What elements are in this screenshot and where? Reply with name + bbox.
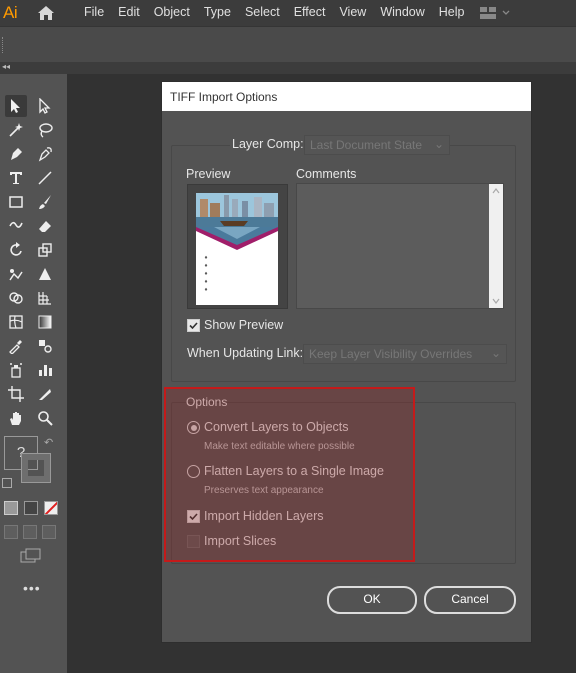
- gradient-tool-icon[interactable]: [34, 311, 56, 333]
- checkmark-icon: [189, 322, 198, 330]
- menu-view[interactable]: View: [339, 5, 366, 19]
- comments-label: Comments: [296, 167, 357, 181]
- comments-textarea[interactable]: [296, 183, 504, 309]
- preview-frame: ♦ ♦ ♦ ♦ ♦: [187, 184, 288, 309]
- layer-comp-value: Last Document State: [310, 138, 423, 152]
- selection-tool-icon[interactable]: [5, 95, 27, 117]
- layer-comp-select[interactable]: Last Document State ⌄: [304, 135, 450, 155]
- draw-mode-icons[interactable]: [4, 525, 56, 539]
- swap-fill-stroke-icon[interactable]: ↶: [44, 436, 53, 449]
- rectangle-tool-icon[interactable]: [5, 191, 27, 213]
- menu-help[interactable]: Help: [439, 5, 465, 19]
- lasso-tool-icon[interactable]: [34, 119, 56, 141]
- scale-tool-icon[interactable]: [34, 239, 56, 261]
- workspace-switcher-icon[interactable]: [480, 6, 510, 23]
- blend-tool-icon[interactable]: [34, 335, 56, 357]
- home-icon[interactable]: [36, 4, 56, 25]
- screen-mode-icon[interactable]: [20, 548, 42, 567]
- control-bar: [0, 26, 576, 63]
- show-preview-label: Show Preview: [204, 318, 284, 332]
- show-preview-checkbox[interactable]: [187, 319, 200, 332]
- gradient-mode-icon[interactable]: [24, 501, 38, 515]
- svg-text:♦: ♦: [204, 279, 208, 285]
- perspective-grid-tool-icon[interactable]: [34, 287, 56, 309]
- rotate-tool-icon[interactable]: [5, 239, 27, 261]
- svg-text:♦: ♦: [204, 255, 208, 261]
- mesh-tool-icon[interactable]: [5, 311, 27, 333]
- collapse-panel-icon[interactable]: ◂◂: [2, 62, 10, 71]
- zoom-tool-icon[interactable]: [34, 407, 56, 429]
- type-tool-icon[interactable]: [5, 167, 27, 189]
- direct-selection-tool-icon[interactable]: [34, 95, 56, 117]
- comments-scrollbar[interactable]: [489, 184, 503, 308]
- slice-tool-icon[interactable]: [34, 383, 56, 405]
- eraser-tool-icon[interactable]: [34, 215, 56, 237]
- line-tool-icon[interactable]: [34, 167, 56, 189]
- menu-effect[interactable]: Effect: [294, 5, 326, 19]
- eyedropper-tool-icon[interactable]: [5, 335, 27, 357]
- paintbrush-tool-icon[interactable]: [34, 191, 56, 213]
- hand-tool-icon[interactable]: [5, 407, 27, 429]
- symbol-sprayer-tool-icon[interactable]: [5, 359, 27, 381]
- none-mode-icon[interactable]: [44, 501, 58, 515]
- svg-text:♦: ♦: [204, 271, 208, 277]
- color-mode-icon[interactable]: [4, 501, 18, 515]
- app-logo: Ai: [3, 3, 18, 22]
- menu-file[interactable]: File: [84, 5, 104, 19]
- dialog-title: TIFF Import Options: [170, 90, 278, 104]
- free-transform-tool-icon[interactable]: [34, 263, 56, 285]
- panel-header: [0, 62, 576, 74]
- menu-object[interactable]: Object: [154, 5, 190, 19]
- puppet-warp-tool-icon[interactable]: [5, 263, 27, 285]
- menu-select[interactable]: Select: [245, 5, 280, 19]
- control-bar-grip[interactable]: [2, 37, 6, 53]
- updating-link-select[interactable]: Keep Layer Visibility Overrides ⌄: [303, 344, 507, 364]
- shaper-tool-icon[interactable]: [5, 215, 27, 237]
- shape-builder-tool-icon[interactable]: [5, 287, 27, 309]
- menu-window[interactable]: Window: [380, 5, 424, 19]
- svg-text:♦: ♦: [204, 263, 208, 269]
- preview-page: ♦ ♦ ♦ ♦ ♦: [196, 193, 278, 305]
- stroke-swatch[interactable]: [21, 453, 51, 483]
- preview-image: ♦ ♦ ♦ ♦ ♦: [196, 193, 278, 293]
- default-fill-stroke-icon[interactable]: [2, 478, 12, 488]
- pen-tool-icon[interactable]: [5, 143, 27, 165]
- chevron-down-icon: ⌄: [433, 137, 444, 151]
- menu-edit[interactable]: Edit: [118, 5, 140, 19]
- chevron-down-icon: ⌄: [490, 346, 501, 360]
- updating-link-value: Keep Layer Visibility Overrides: [309, 347, 473, 361]
- svg-text:♦: ♦: [204, 287, 208, 293]
- menu-items: File Edit Object Type Select Effect View…: [84, 5, 479, 19]
- artboard-tool-icon[interactable]: [5, 383, 27, 405]
- updating-link-label: When Updating Link:: [187, 346, 304, 360]
- layer-comp-label: Layer Comp:: [230, 137, 306, 151]
- column-graph-tool-icon[interactable]: [34, 359, 56, 381]
- menu-type[interactable]: Type: [204, 5, 231, 19]
- dialog-titlebar: TIFF Import Options: [162, 82, 531, 111]
- preview-label: Preview: [186, 167, 231, 181]
- annotation-highlight-box: [164, 387, 415, 562]
- menu-bar: Ai File Edit Object Type Select Effect V…: [0, 0, 576, 26]
- magic-wand-tool-icon[interactable]: [5, 119, 27, 141]
- tools-panel: ? ↶ •••: [0, 74, 67, 673]
- cancel-button[interactable]: Cancel: [424, 586, 516, 614]
- edit-toolbar-icon[interactable]: •••: [23, 580, 41, 596]
- ok-button[interactable]: OK: [327, 586, 417, 614]
- curvature-tool-icon[interactable]: [34, 143, 56, 165]
